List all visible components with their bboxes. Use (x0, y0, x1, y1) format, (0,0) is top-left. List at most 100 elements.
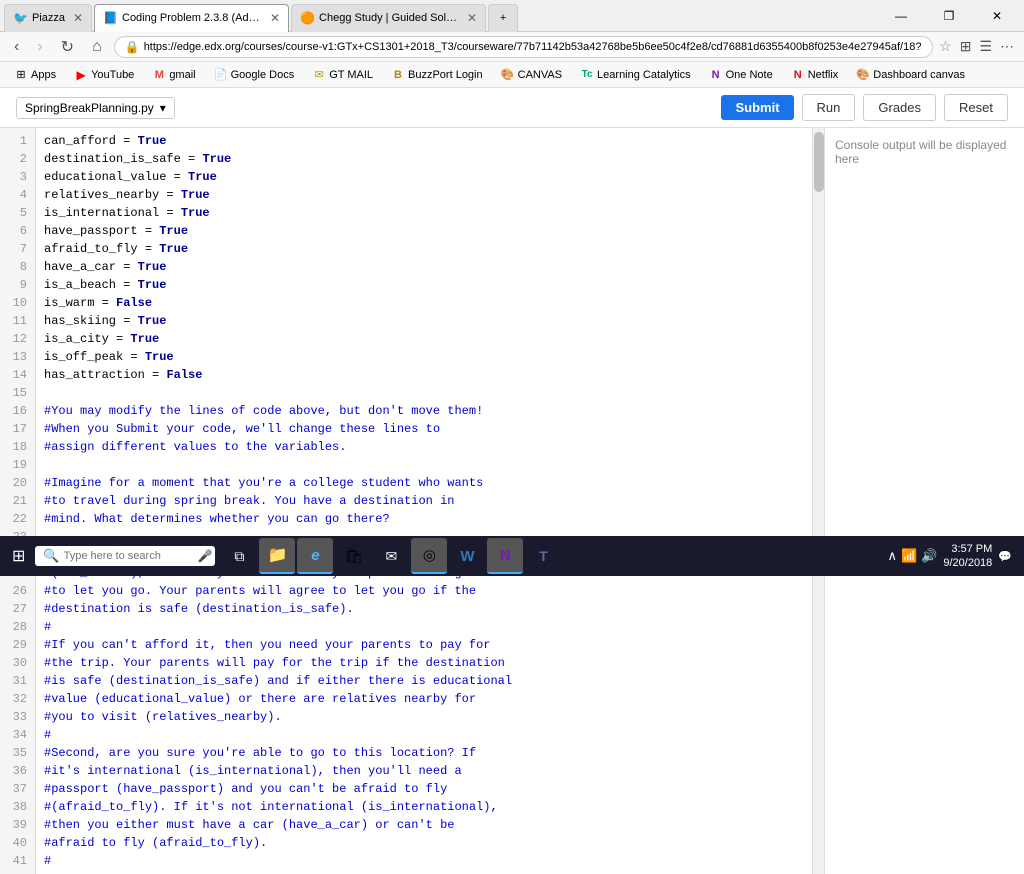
back-button[interactable]: ‹ (8, 36, 25, 58)
code-line-32[interactable]: #value (educational_value) or there are … (44, 690, 804, 708)
code-line-35[interactable]: #Second, are you sure you're able to go … (44, 744, 804, 762)
address-bar[interactable]: 🔒 (114, 36, 933, 58)
nav-bar: ‹ › ↻ ⌂ 🔒 ☆ ⊞ ☰ ⋯ (0, 32, 1024, 62)
code-line-13[interactable]: is_off_peak = True (44, 348, 804, 366)
tab-piazza[interactable]: 🐦 Piazza ✕ (4, 4, 92, 32)
code-line-11[interactable]: has_skiing = True (44, 312, 804, 330)
bookmark-youtube[interactable]: ▶ YouTube (68, 66, 140, 84)
code-line-38[interactable]: #(afraid_to_fly). If it's not internatio… (44, 798, 804, 816)
taskbar-store[interactable]: 🛍 (335, 538, 371, 574)
run-button[interactable]: Run (802, 94, 856, 121)
code-line-34[interactable]: # (44, 726, 804, 744)
code-line-7[interactable]: afraid_to_fly = True (44, 240, 804, 258)
code-line-33[interactable]: #you to visit (relatives_nearby). (44, 708, 804, 726)
code-line-8[interactable]: have_a_car = True (44, 258, 804, 276)
new-tab-button[interactable]: + (488, 4, 518, 32)
code-line-15[interactable] (44, 384, 804, 402)
bookmark-apps[interactable]: ⊞ Apps (8, 66, 62, 84)
code-line-31[interactable]: #is safe (destination_is_safe) and if ei… (44, 672, 804, 690)
code-line-12[interactable]: is_a_city = True (44, 330, 804, 348)
code-line-40[interactable]: #afraid to fly (afraid_to_fly). (44, 834, 804, 852)
code-line-14[interactable]: has_attraction = False (44, 366, 804, 384)
vertical-scrollbar[interactable] (812, 128, 824, 874)
close-button[interactable]: ✕ (974, 2, 1020, 30)
code-line-17[interactable]: #When you Submit your code, we'll change… (44, 420, 804, 438)
code-line-9[interactable]: is_a_beach = True (44, 276, 804, 294)
tab-coding-icon: 📘 (103, 11, 118, 25)
taskbar-search[interactable]: 🔍 🎤 (35, 546, 215, 566)
bookmark-google-docs[interactable]: 📄 Google Docs (208, 66, 301, 84)
code-line-16[interactable]: #You may modify the lines of code above,… (44, 402, 804, 420)
code-editor[interactable]: 1234567891011121314151617181920212223242… (0, 128, 812, 874)
refresh-button[interactable]: ↻ (55, 35, 80, 59)
restore-button[interactable]: ❐ (926, 2, 972, 30)
taskbar-word[interactable]: W (449, 538, 485, 574)
tray-up-arrow[interactable]: ∧ (887, 548, 897, 564)
line-number-37: 37 (8, 780, 27, 798)
extensions-button[interactable]: ⊞ (958, 36, 974, 57)
code-line-2[interactable]: destination_is_safe = True (44, 150, 804, 168)
bookmark-star-button[interactable]: ☆ (939, 38, 952, 55)
submit-button[interactable]: Submit (721, 95, 793, 120)
line-number-5: 5 (8, 204, 27, 222)
code-line-30[interactable]: #the trip. Your parents will pay for the… (44, 654, 804, 672)
reset-button[interactable]: Reset (944, 94, 1008, 121)
menu-button[interactable]: ⋯ (998, 36, 1016, 57)
taskbar-edge[interactable]: e (297, 538, 333, 574)
code-line-26[interactable]: #to let you go. Your parents will agree … (44, 582, 804, 600)
taskbar-mail[interactable]: ✉ (373, 538, 409, 574)
home-button[interactable]: ⌂ (86, 36, 108, 58)
notification-icon[interactable]: 💬 (998, 550, 1012, 563)
tab-chegg-close[interactable]: ✕ (467, 11, 477, 25)
code-line-28[interactable]: # (44, 618, 804, 636)
address-input[interactable] (144, 41, 922, 53)
taskbar-task-view[interactable]: ⧉ (221, 538, 257, 574)
taskbar-search-input[interactable] (64, 550, 194, 562)
code-line-1[interactable]: can_afford = True (44, 132, 804, 150)
tab-piazza-close[interactable]: ✕ (73, 11, 83, 25)
tab-coding[interactable]: 📘 Coding Problem 2.3.8 (Advance... ✕ (94, 4, 289, 32)
code-line-41[interactable]: # (44, 852, 804, 870)
hub-button[interactable]: ☰ (977, 36, 994, 57)
code-line-22[interactable]: #mind. What determines whether you can g… (44, 510, 804, 528)
minimize-button[interactable]: — (878, 2, 924, 30)
bookmark-canvas[interactable]: 🎨 CANVAS (495, 66, 568, 84)
code-line-10[interactable]: is_warm = False (44, 294, 804, 312)
code-line-39[interactable]: #then you either must have a car (have_a… (44, 816, 804, 834)
start-button[interactable]: ⊞ (4, 542, 33, 570)
tab-chegg[interactable]: 🟠 Chegg Study | Guided Solutions... ✕ (291, 4, 486, 32)
code-line-21[interactable]: #to travel during spring break. You have… (44, 492, 804, 510)
tab-coding-close[interactable]: ✕ (270, 11, 280, 25)
taskbar-chrome[interactable]: ◎ (411, 538, 447, 574)
code-line-3[interactable]: educational_value = True (44, 168, 804, 186)
bookmark-dashboard[interactable]: 🎨 Dashboard canvas (850, 66, 971, 84)
code-line-5[interactable]: is_international = True (44, 204, 804, 222)
clock[interactable]: 3:57 PM 9/20/2018 (943, 542, 992, 571)
forward-button[interactable]: › (31, 36, 48, 58)
bookmark-netflix[interactable]: N Netflix (785, 66, 845, 84)
bookmark-learning[interactable]: Tc Learning Catalytics (574, 66, 697, 84)
code-line-36[interactable]: #it's international (is_international), … (44, 762, 804, 780)
code-line-19[interactable] (44, 456, 804, 474)
bookmark-gtmail[interactable]: ✉ GT MAIL (306, 66, 379, 84)
line-number-28: 28 (8, 618, 27, 636)
code-line-37[interactable]: #passport (have_passport) and you can't … (44, 780, 804, 798)
code-content[interactable]: 1234567891011121314151617181920212223242… (0, 128, 812, 874)
bookmark-dashboard-label: Dashboard canvas (873, 69, 965, 81)
code-lines[interactable]: can_afford = Truedestination_is_safe = T… (36, 128, 812, 874)
taskbar-teams[interactable]: T (525, 538, 561, 574)
taskbar-onenote[interactable]: N (487, 538, 523, 574)
scrollbar-thumb[interactable] (814, 132, 824, 192)
grades-button[interactable]: Grades (863, 94, 936, 121)
code-line-6[interactable]: have_passport = True (44, 222, 804, 240)
code-line-20[interactable]: #Imagine for a moment that you're a coll… (44, 474, 804, 492)
bookmark-onenote[interactable]: N One Note (703, 66, 779, 84)
bookmark-gmail[interactable]: M gmail (146, 66, 201, 84)
code-line-29[interactable]: #If you can't afford it, then you need y… (44, 636, 804, 654)
code-line-27[interactable]: #destination is safe (destination_is_saf… (44, 600, 804, 618)
bookmark-buzzport[interactable]: B BuzzPort Login (385, 66, 489, 84)
code-line-18[interactable]: #assign different values to the variable… (44, 438, 804, 456)
file-selector[interactable]: SpringBreakPlanning.py ▾ (16, 97, 175, 119)
code-line-4[interactable]: relatives_nearby = True (44, 186, 804, 204)
taskbar-file-explorer[interactable]: 📁 (259, 538, 295, 574)
